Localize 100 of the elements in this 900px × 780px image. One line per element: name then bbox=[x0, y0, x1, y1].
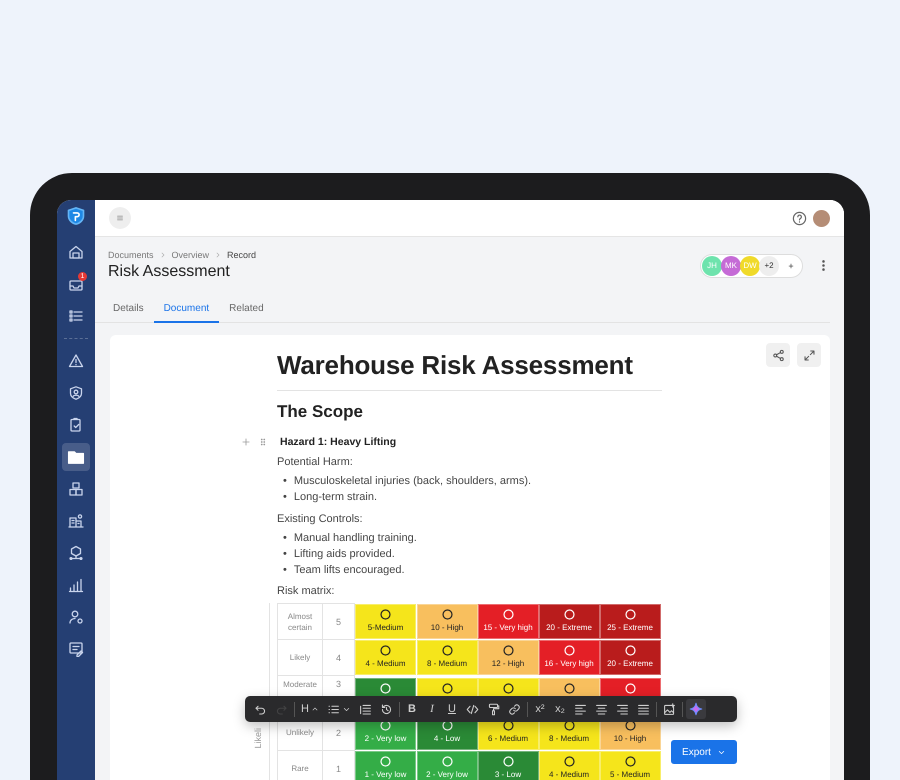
circle-icon bbox=[624, 682, 636, 694]
bullet-item: Long-term strain. bbox=[294, 490, 378, 505]
boxes-icon bbox=[68, 481, 84, 497]
paint-roller-icon bbox=[486, 702, 500, 716]
sidebar-item[interactable] bbox=[62, 443, 90, 471]
circle-icon bbox=[502, 682, 514, 694]
image-add-icon bbox=[662, 702, 676, 716]
tab[interactable]: Document bbox=[154, 303, 220, 323]
risk-label: 8 - Medium bbox=[548, 734, 589, 743]
risk-cell[interactable]: 5-Medium bbox=[355, 604, 416, 639]
user-avatar[interactable] bbox=[813, 210, 830, 226]
circle-icon bbox=[379, 755, 392, 768]
collaborator-avatar[interactable]: MK bbox=[721, 256, 741, 276]
export-button[interactable]: Export bbox=[671, 740, 737, 764]
risk-cell[interactable]: 20 - Extreme bbox=[600, 640, 660, 675]
sparkle-icon bbox=[688, 702, 703, 716]
indent-icon bbox=[358, 702, 372, 716]
page-title: Risk Assessment bbox=[108, 263, 231, 281]
risk-cell[interactable]: 3 - Low bbox=[478, 751, 538, 780]
undo-icon bbox=[254, 702, 267, 716]
list-icon bbox=[68, 308, 84, 324]
risk-label: 4 - Medium bbox=[365, 659, 406, 668]
circle-icon bbox=[379, 682, 392, 694]
circle-icon bbox=[440, 719, 454, 732]
menu-button[interactable] bbox=[109, 207, 131, 229]
risk-label: 2 - Very low bbox=[364, 734, 406, 743]
risk-label: 25 - Extreme bbox=[607, 623, 653, 632]
bullet-marker: • bbox=[283, 490, 287, 505]
bullet-marker: • bbox=[283, 531, 287, 546]
bullet-item: Musculoskeletal injuries (back, shoulders, arms). bbox=[294, 474, 532, 489]
list-label: Potential Harm: bbox=[277, 456, 354, 468]
axis-label: Likeli bbox=[253, 728, 263, 749]
shield-logo-icon bbox=[66, 206, 86, 226]
menu-icon bbox=[115, 213, 125, 223]
folder-icon bbox=[67, 448, 85, 466]
circle-icon bbox=[562, 682, 576, 694]
bullet-marker: • bbox=[283, 547, 287, 562]
risk-cell[interactable]: 25 - Extreme bbox=[600, 604, 660, 639]
link-icon bbox=[508, 702, 521, 716]
ai-button[interactable] bbox=[686, 699, 706, 719]
bullet-item: Manual handling training. bbox=[294, 531, 417, 546]
likelihood-label: Almost certain bbox=[278, 604, 322, 640]
risk-label: 15 - Very high bbox=[483, 623, 533, 632]
risk-cell[interactable]: 4 - Medium bbox=[538, 751, 600, 780]
risk-label: 10 - High bbox=[614, 734, 646, 743]
tab[interactable]: Related bbox=[219, 303, 274, 323]
more-collaborators[interactable]: +2 bbox=[759, 256, 779, 276]
risk-cell[interactable]: 12 - High bbox=[478, 640, 538, 675]
circle-icon bbox=[440, 682, 454, 694]
align-left-icon bbox=[574, 702, 587, 716]
code-icon bbox=[466, 702, 479, 716]
help-icon bbox=[792, 210, 807, 226]
circle-icon bbox=[624, 608, 636, 621]
share-icon bbox=[772, 348, 784, 362]
risk-cell[interactable]: 8 - Medium bbox=[416, 640, 478, 675]
align-center-icon bbox=[594, 702, 608, 716]
document-title: Warehouse Risk Assessment bbox=[277, 350, 662, 391]
risk-label: 3 - Low bbox=[494, 770, 522, 779]
redo-icon bbox=[275, 702, 288, 716]
align-right-icon bbox=[616, 702, 629, 716]
expand-icon bbox=[802, 348, 816, 362]
risk-cell[interactable]: 20 - Extreme bbox=[538, 604, 600, 639]
bar-chart-icon bbox=[68, 577, 84, 593]
justify-icon bbox=[636, 702, 650, 716]
form-icon bbox=[68, 641, 84, 657]
person-gear-icon bbox=[68, 609, 84, 625]
circle-icon bbox=[440, 755, 454, 768]
risk-cell[interactable]: 4 - Medium bbox=[355, 640, 416, 675]
risk-cell[interactable]: 15 - Very high bbox=[478, 604, 538, 639]
history-icon bbox=[380, 702, 393, 716]
breadcrumb-item[interactable]: Overview bbox=[172, 250, 210, 260]
fullscreen-button[interactable] bbox=[797, 343, 821, 367]
risk-label: 12 - High bbox=[492, 659, 524, 668]
bullet-item: Lifting aids provided. bbox=[294, 547, 395, 562]
breadcrumb-item[interactable]: Documents bbox=[108, 250, 154, 260]
risk-cell[interactable]: 10 - High bbox=[416, 604, 478, 639]
circle-icon bbox=[562, 644, 576, 657]
shield-person-icon bbox=[68, 385, 84, 401]
caret-up-icon bbox=[310, 705, 319, 713]
risk-label: 4 - Low bbox=[434, 734, 460, 743]
breadcrumb-item: Record bbox=[227, 250, 256, 260]
circle-icon bbox=[379, 644, 392, 657]
share-button[interactable] bbox=[766, 343, 790, 367]
risk-label: 20 - Extreme bbox=[546, 623, 592, 632]
circle-icon bbox=[502, 608, 514, 621]
warning-icon bbox=[68, 353, 84, 369]
home-icon bbox=[68, 244, 84, 260]
building-pin-icon bbox=[68, 513, 84, 529]
risk-label: 6 - Medium bbox=[488, 734, 528, 743]
circle-icon bbox=[440, 608, 454, 621]
circle-icon bbox=[562, 608, 576, 621]
risk-label: 16 - Very high bbox=[544, 659, 594, 668]
risk-label: 5 - Medium bbox=[610, 770, 650, 779]
hazard-heading: Hazard 1: Heavy Lifting bbox=[280, 436, 396, 448]
risk-label: 20 - Extreme bbox=[607, 659, 653, 668]
circle-icon bbox=[440, 644, 454, 657]
tab[interactable]: Details bbox=[103, 303, 154, 323]
risk-label: 2 - Very low bbox=[426, 770, 468, 779]
risk-cell[interactable]: 16 - Very high bbox=[538, 640, 600, 675]
risk-cell[interactable]: 5 - Medium bbox=[600, 751, 660, 780]
